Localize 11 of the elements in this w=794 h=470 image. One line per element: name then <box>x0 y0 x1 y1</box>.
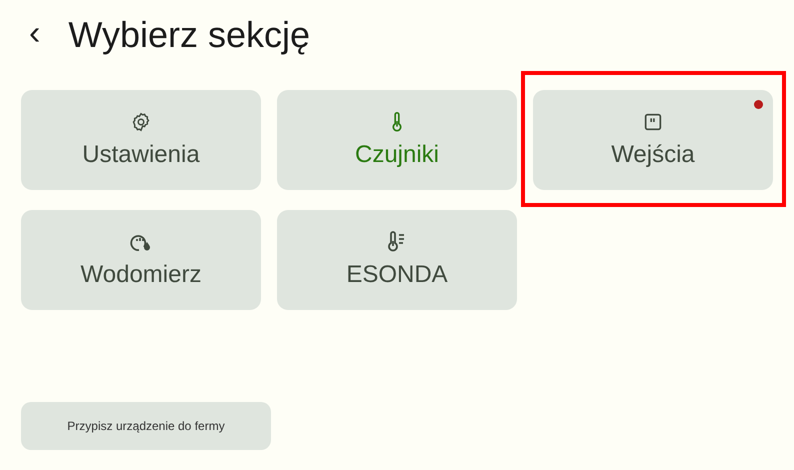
alert-dot <box>754 100 763 109</box>
section-card[interactable]: ESONDA <box>277 210 517 310</box>
page-title: Wybierz sekcję <box>68 14 310 56</box>
section-card[interactable]: Wodomierz <box>21 210 261 310</box>
section-card[interactable]: Ustawienia <box>21 90 261 190</box>
section-card[interactable]: Wejścia <box>533 90 773 190</box>
section-card[interactable]: Czujniki <box>277 90 517 190</box>
socket-icon <box>642 111 664 133</box>
assign-device-button[interactable]: Przypisz urządzenie do fermy <box>21 402 271 450</box>
back-button[interactable]: ‹ <box>21 16 48 50</box>
gear-icon <box>130 111 152 133</box>
